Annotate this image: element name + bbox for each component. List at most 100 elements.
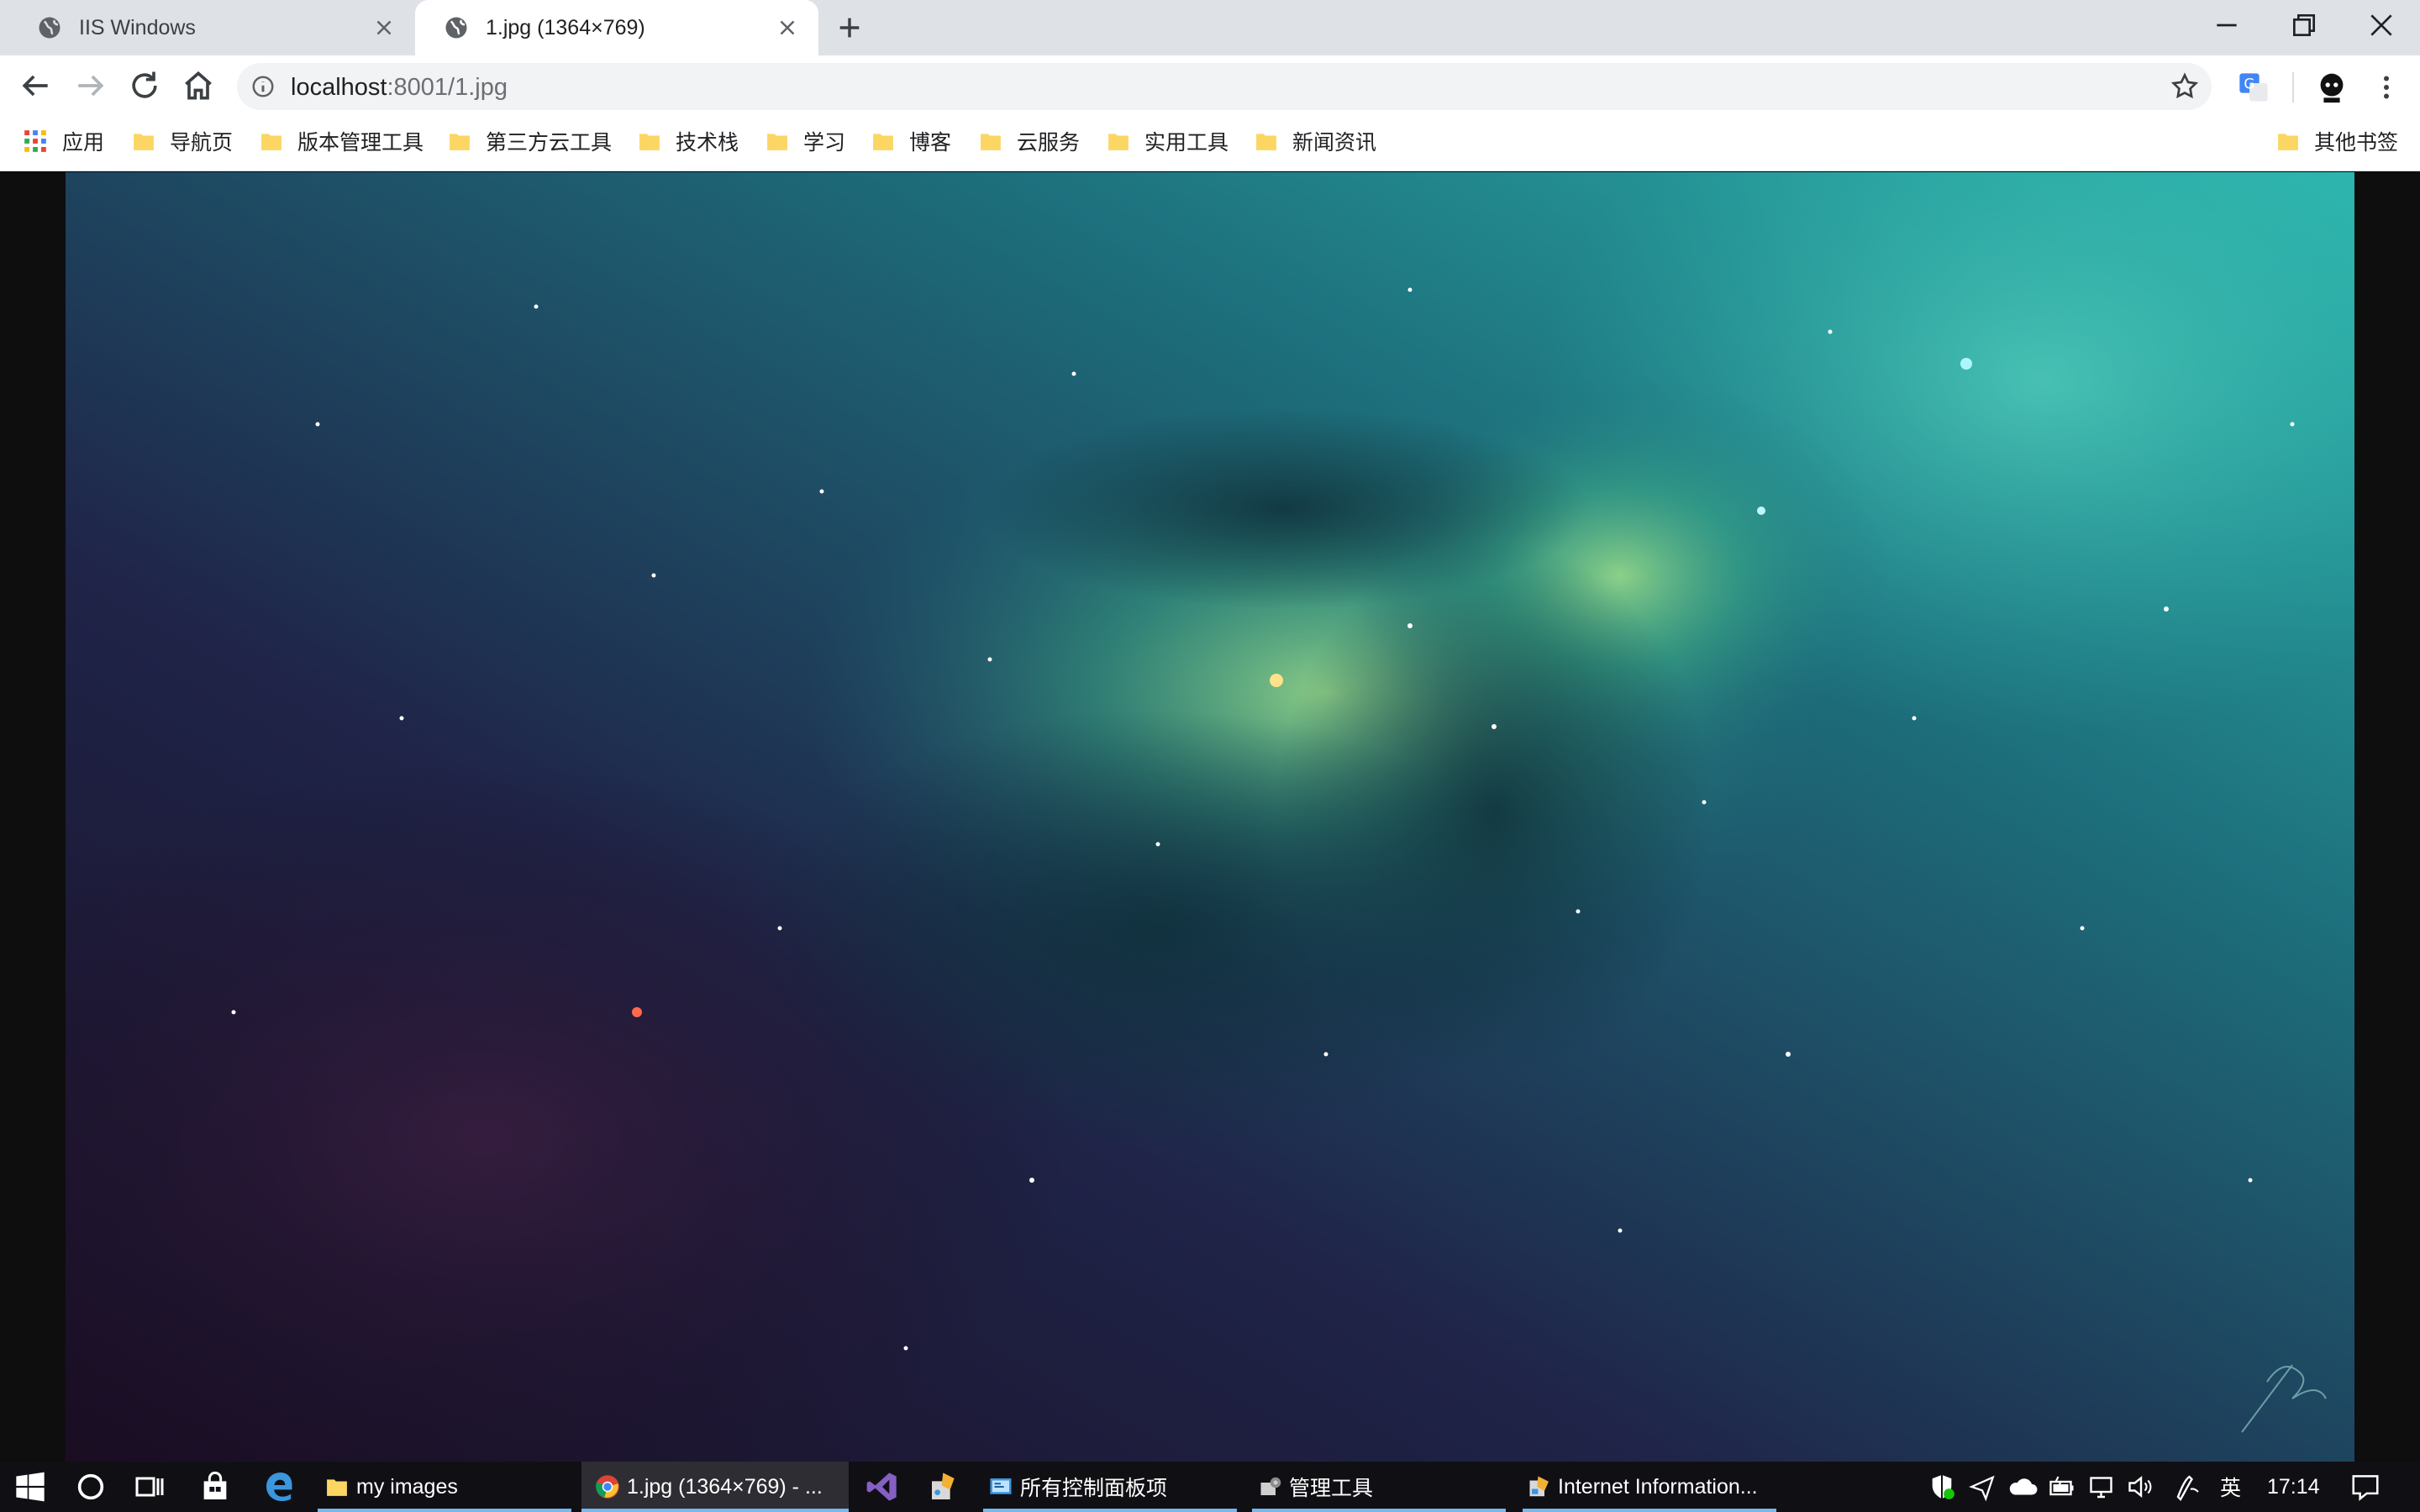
pen-ink-icon[interactable] xyxy=(2173,1470,2203,1504)
site-info-icon[interactable] xyxy=(250,74,276,99)
restore-icon[interactable] xyxy=(2287,8,2321,42)
url-host: localhost xyxy=(291,74,387,101)
taskbar-item-admin-tools[interactable]: 管理工具 xyxy=(1259,1462,1373,1512)
folder-icon xyxy=(450,134,470,150)
forward-arrow-icon[interactable] xyxy=(72,67,109,104)
taskbar-item-control-panel[interactable]: 所有控制面板项 xyxy=(988,1462,1167,1512)
bookmark-apps[interactable]: 应用 xyxy=(24,123,104,160)
svg-text:G: G xyxy=(2244,76,2254,92)
admin-tools-icon xyxy=(1260,1477,1281,1495)
tab-title: 1.jpg (1364×769) xyxy=(486,15,645,39)
tab-1jpg[interactable]: 1.jpg (1364×769) xyxy=(415,0,818,55)
chrome-icon xyxy=(596,1475,619,1499)
folder-icon xyxy=(261,134,281,150)
taskbar-item-indicator xyxy=(1523,1509,1776,1512)
globe-icon xyxy=(445,17,467,39)
iis-manager-tool-icon[interactable] xyxy=(928,1470,961,1504)
bookmark-label: 实用工具 xyxy=(1144,131,1229,155)
new-tab-plus-icon[interactable] xyxy=(835,13,864,42)
bookmark-label: 应用 xyxy=(62,131,105,155)
bookmark-label: 导航页 xyxy=(170,131,234,155)
bookmark-label: 第三方云工具 xyxy=(486,131,613,155)
tab-title: IIS Windows xyxy=(79,15,196,39)
visual-studio-icon[interactable] xyxy=(865,1470,899,1504)
bookmark-label: 新闻资讯 xyxy=(1292,131,1377,155)
profile-avatar-icon[interactable] xyxy=(2312,67,2351,106)
address-bar[interactable] xyxy=(237,63,2212,110)
bookmark-folder-news[interactable]: 新闻资讯 xyxy=(1255,123,1376,160)
bookmark-label: 技术栈 xyxy=(676,131,739,155)
folder-icon xyxy=(327,1479,347,1496)
taskbar-item-indicator xyxy=(318,1509,571,1512)
minimize-icon[interactable] xyxy=(2210,8,2244,42)
taskbar-item-indicator xyxy=(983,1509,1237,1512)
clock-time: 17:14 xyxy=(2267,1474,2320,1499)
folder-icon xyxy=(1256,134,1276,150)
taskbar-label: 所有控制面板项 xyxy=(1020,1477,1168,1500)
bookmark-label: 云服务 xyxy=(1017,131,1081,155)
bookmark-label: 学习 xyxy=(803,131,846,155)
bookmark-folder-blog[interactable]: 博客 xyxy=(872,123,951,160)
bookmark-label: 博客 xyxy=(909,131,952,155)
url-text[interactable]: localhost:8001/1.jpg xyxy=(291,71,508,104)
menu-kebab-icon[interactable] xyxy=(2371,71,2402,104)
folder-icon xyxy=(767,134,787,150)
folder-icon xyxy=(981,134,1001,150)
tab-iis-windows[interactable]: IIS Windows xyxy=(8,0,415,55)
taskbar-item-iis-manager[interactable]: Internet Information... xyxy=(1528,1462,1758,1512)
volume-icon[interactable] xyxy=(2126,1470,2156,1504)
apps-grid-icon xyxy=(24,130,46,152)
bookmark-label: 版本管理工具 xyxy=(297,131,424,155)
taskbar-item-my-images[interactable]: my images xyxy=(326,1462,458,1512)
bookmark-label: 其他书签 xyxy=(2314,131,2399,155)
folder-icon xyxy=(134,134,154,150)
bookmark-folder-study[interactable]: 学习 xyxy=(766,123,845,160)
bookmark-folder-navigation[interactable]: 导航页 xyxy=(133,123,233,160)
url-path: :8001/1.jpg xyxy=(387,74,508,101)
bookmark-folder-version-control[interactable]: 版本管理工具 xyxy=(260,123,424,160)
iis-icon xyxy=(1529,1476,1549,1497)
battery-icon[interactable] xyxy=(2047,1470,2077,1504)
control-panel-icon xyxy=(990,1478,1012,1494)
onedrive-cloud-icon[interactable] xyxy=(2007,1470,2039,1504)
taskbar-label: 管理工具 xyxy=(1289,1477,1374,1500)
bookmark-folder-cloud-services[interactable]: 云服务 xyxy=(980,123,1080,160)
send-arrow-icon[interactable] xyxy=(1968,1470,1996,1504)
close-tab-icon[interactable] xyxy=(775,15,800,40)
nebula-image xyxy=(66,172,2354,1462)
windows-start-icon[interactable] xyxy=(13,1470,47,1504)
taskbar-item-indicator xyxy=(1252,1509,1506,1512)
taskbar-label: 1.jpg (1364×769) - ... xyxy=(627,1474,823,1499)
taskbar-item-indicator xyxy=(581,1509,849,1512)
folder-icon xyxy=(873,134,893,150)
network-icon[interactable] xyxy=(2087,1470,2118,1504)
bookmark-star-icon[interactable] xyxy=(2170,71,2200,102)
notification-center-icon[interactable] xyxy=(2349,1470,2381,1504)
toolbar-divider xyxy=(2292,72,2294,102)
bookmark-folder-other[interactable]: 其他书签 xyxy=(2277,123,2398,160)
bookmark-folder-tech-stack[interactable]: 技术栈 xyxy=(639,123,739,160)
store-icon[interactable] xyxy=(198,1470,232,1504)
taskbar-label: my images xyxy=(356,1474,458,1499)
folder-icon xyxy=(1108,134,1128,150)
folder-icon xyxy=(639,134,660,150)
close-tab-icon[interactable] xyxy=(371,15,397,40)
home-icon[interactable] xyxy=(180,67,217,104)
defender-shield-icon[interactable] xyxy=(1928,1470,1956,1504)
task-view-icon[interactable] xyxy=(133,1470,166,1504)
clock[interactable]: 17:14 xyxy=(2267,1462,2320,1512)
back-arrow-icon[interactable] xyxy=(17,67,54,104)
folder-icon xyxy=(2278,134,2298,150)
taskbar-item-chrome[interactable]: 1.jpg (1364×769) - ... xyxy=(595,1462,823,1512)
bookmark-folder-utilities[interactable]: 实用工具 xyxy=(1107,123,1228,160)
taskbar-label: Internet Information... xyxy=(1558,1474,1758,1499)
globe-icon xyxy=(39,17,60,39)
cortana-search-icon[interactable] xyxy=(74,1470,108,1504)
edge-icon[interactable] xyxy=(262,1470,296,1504)
nebula-artwork xyxy=(66,172,2354,1462)
close-window-icon[interactable] xyxy=(2365,8,2398,42)
input-method-indicator[interactable]: 英 xyxy=(2220,1462,2241,1512)
translate-extension-icon[interactable]: G xyxy=(2237,71,2270,104)
reload-icon[interactable] xyxy=(126,67,163,104)
bookmark-folder-third-party-cloud[interactable]: 第三方云工具 xyxy=(449,123,612,160)
